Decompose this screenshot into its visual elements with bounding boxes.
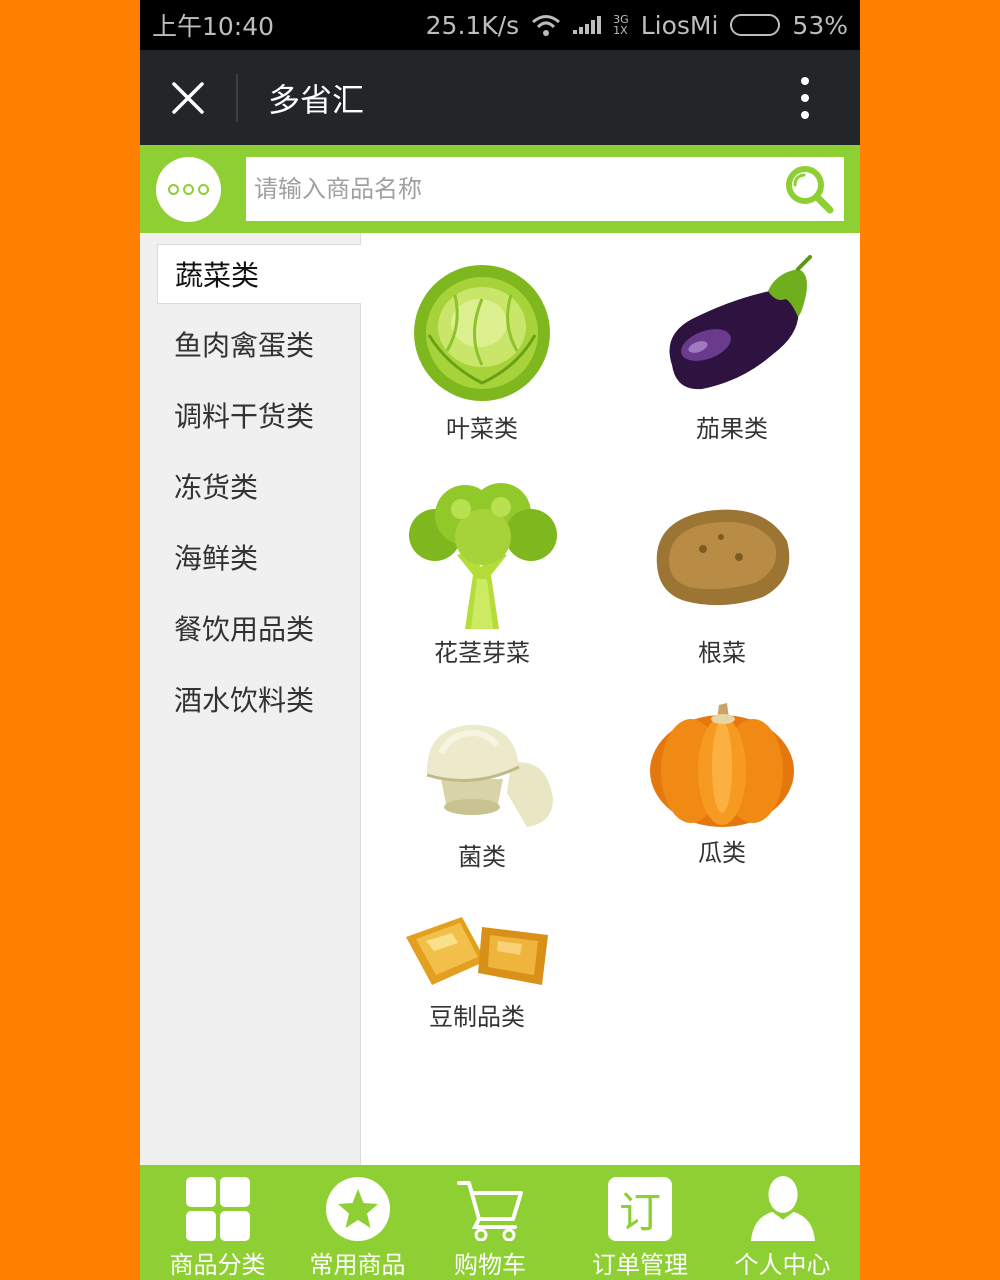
pumpkin-icon bbox=[650, 703, 794, 827]
page-title: 多省汇 bbox=[268, 80, 365, 119]
search-button[interactable] bbox=[774, 157, 844, 221]
product-item[interactable]: 花茎芽菜 bbox=[402, 479, 562, 668]
sidebar-item-label: 冻货类 bbox=[174, 471, 259, 504]
sidebar-item-seasonings[interactable]: 调料干货类 bbox=[157, 385, 361, 445]
tofu-icon bbox=[406, 917, 548, 985]
product-label: 根菜 bbox=[698, 639, 746, 667]
status-time: 上午10:40 bbox=[152, 12, 275, 41]
title-divider bbox=[236, 73, 238, 122]
sidebar-item-label: 海鲜类 bbox=[174, 542, 259, 575]
sidebar-item-frozen[interactable]: 冻货类 bbox=[157, 456, 361, 516]
tab-categories[interactable]: 商品分类 bbox=[160, 1165, 275, 1280]
product-item[interactable]: 叶菜类 bbox=[402, 255, 562, 444]
net-type-bottom: 1X bbox=[613, 24, 628, 37]
menu-dot-icon bbox=[168, 183, 179, 195]
search-icon bbox=[786, 166, 834, 214]
sidebar-item-drinks[interactable]: 酒水饮料类 bbox=[157, 669, 361, 729]
cabbage-icon bbox=[414, 265, 550, 401]
product-item[interactable]: 根菜 bbox=[642, 499, 802, 668]
search-input[interactable] bbox=[254, 157, 774, 221]
status-net-speed: 25.1K/s bbox=[425, 10, 520, 40]
battery-icon bbox=[730, 14, 781, 36]
menu-dot-icon bbox=[183, 183, 194, 195]
order-icon-text: 订 bbox=[618, 1187, 661, 1237]
status-right: 25.1K/s 3G 1X LiosMi 53% bbox=[426, 11, 848, 40]
status-bar: 上午10:40 25.1K/s 3G 1X LiosMi 53% bbox=[140, 0, 860, 50]
tab-orders[interactable]: 订 订单管理 bbox=[580, 1165, 700, 1280]
sidebar-item-seafood[interactable]: 海鲜类 bbox=[157, 527, 361, 587]
product-item[interactable]: 菌类 bbox=[402, 723, 562, 872]
product-label: 瓜类 bbox=[698, 839, 746, 867]
sidebar-item-meat-poultry-eggs[interactable]: 鱼肉禽蛋类 bbox=[157, 314, 361, 374]
phone-screen: 上午10:40 25.1K/s 3G 1X LiosMi 53% 多省汇 请输入… bbox=[140, 0, 860, 1280]
search-bar bbox=[140, 145, 860, 233]
sidebar-item-label: 蔬菜类 bbox=[175, 259, 260, 292]
tab-cart[interactable]: 购物车 bbox=[425, 1165, 555, 1280]
product-label: 叶菜类 bbox=[446, 415, 518, 443]
product-item[interactable]: 瓜类 bbox=[642, 699, 802, 868]
user-icon bbox=[750, 1175, 815, 1241]
wifi-icon bbox=[532, 15, 561, 36]
search-box bbox=[246, 157, 844, 221]
sidebar-item-catering-supplies[interactable]: 餐饮用品类 bbox=[157, 598, 361, 658]
sidebar-item-label: 酒水饮料类 bbox=[174, 684, 315, 717]
product-item[interactable]: 茄果类 bbox=[642, 255, 822, 444]
sidebar-item-label: 调料干货类 bbox=[174, 400, 315, 433]
close-icon bbox=[172, 81, 204, 114]
cart-icon bbox=[457, 1181, 523, 1241]
eggplant-icon bbox=[669, 255, 812, 390]
tab-label: 订单管理 bbox=[592, 1251, 688, 1279]
tab-favorites[interactable]: 常用商品 bbox=[300, 1165, 415, 1280]
category-sidebar: 蔬菜类 鱼肉禽蛋类 调料干货类 冻货类 海鲜类 餐饮用品类 酒水饮料类 bbox=[140, 233, 361, 1165]
grid-icon bbox=[185, 1177, 250, 1241]
sidebar-item-label: 鱼肉禽蛋类 bbox=[174, 329, 315, 362]
tab-label: 常用商品 bbox=[309, 1251, 406, 1279]
broccoli-icon bbox=[408, 483, 557, 629]
product-label: 豆制品类 bbox=[429, 1003, 525, 1031]
product-label: 菌类 bbox=[458, 843, 506, 871]
menu-button[interactable] bbox=[156, 156, 221, 222]
signal-icon bbox=[573, 16, 602, 34]
more-button[interactable] bbox=[750, 50, 860, 145]
status-battery: 53% bbox=[792, 10, 848, 40]
menu-dot-icon bbox=[198, 183, 209, 195]
tab-label: 个人中心 bbox=[734, 1251, 831, 1279]
star-icon bbox=[325, 1177, 390, 1241]
product-label: 花茎芽菜 bbox=[434, 639, 530, 667]
sidebar-item-label: 餐饮用品类 bbox=[174, 613, 315, 646]
bottom-tab-bar: 商品分类 常用商品 购物车 订 订单管理 个人中心 bbox=[140, 1165, 860, 1280]
mushroom-icon bbox=[426, 724, 553, 827]
tab-label: 商品分类 bbox=[169, 1251, 266, 1279]
sidebar-item-vegetables[interactable]: 蔬菜类 bbox=[157, 244, 361, 304]
potato-icon bbox=[656, 509, 790, 606]
product-label: 茄果类 bbox=[696, 415, 768, 443]
tab-label: 购物车 bbox=[454, 1251, 526, 1279]
product-item[interactable]: 豆制品类 bbox=[402, 913, 552, 1032]
title-bar: 多省汇 bbox=[140, 50, 860, 145]
order-icon: 订 bbox=[608, 1177, 672, 1241]
status-carrier: LiosMi bbox=[640, 10, 719, 40]
close-button[interactable] bbox=[140, 50, 236, 145]
tab-profile[interactable]: 个人中心 bbox=[725, 1165, 840, 1280]
status-net-type: 3G 1X bbox=[613, 14, 629, 36]
product-grid: 叶菜类 茄果类 花茎芽菜 根菜 菌类 瓜类 豆制品类 bbox=[362, 233, 860, 1165]
more-vertical-icon bbox=[801, 76, 809, 119]
